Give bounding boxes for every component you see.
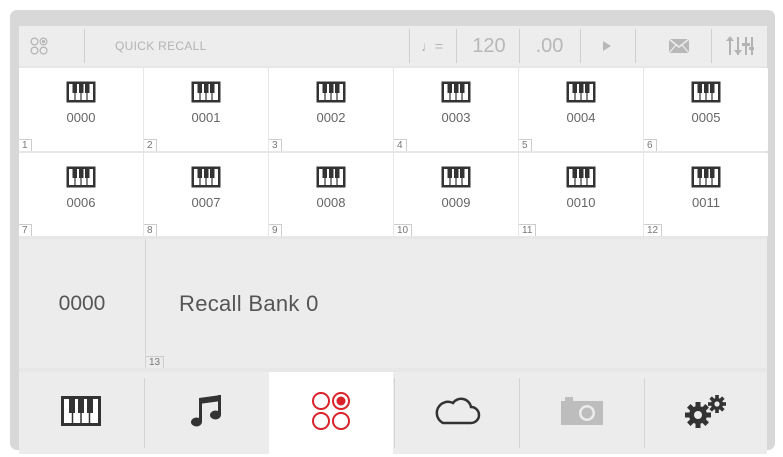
divider <box>145 239 146 368</box>
tile-index: 2 <box>144 139 157 151</box>
tempo-icon: ♩= <box>420 38 444 54</box>
tempo-value[interactable]: 120 <box>459 26 519 66</box>
tile-index: 3 <box>269 139 282 151</box>
recall-name: Recall Bank 0 <box>179 290 319 316</box>
divider <box>456 29 457 63</box>
instrument-tile[interactable]: 0000 1 <box>19 68 143 151</box>
quick-recall-icon <box>311 391 351 436</box>
header-bar: QUICK RECALL ♩= 120 .00 <box>19 26 767 66</box>
divider <box>409 29 410 63</box>
music-note-icon <box>189 394 225 433</box>
recall-panel[interactable]: 0000 Recall Bank 0 13 <box>19 239 767 368</box>
tile-code: 0004 <box>566 110 596 125</box>
tile-index: 5 <box>519 139 532 151</box>
divider <box>711 29 712 63</box>
tile-code: 0010 <box>566 195 596 210</box>
divider <box>635 29 636 63</box>
device-frame: QUICK RECALL ♩= 120 .00 0000 1 0001 2 00… <box>10 10 775 454</box>
nav-piano-button[interactable] <box>19 372 143 454</box>
nav-music-button[interactable] <box>145 372 269 454</box>
tile-code: 0005 <box>691 110 721 125</box>
tile-code: 0002 <box>316 110 346 125</box>
page-title: QUICK RECALL <box>115 39 207 53</box>
tile-index: 9 <box>269 224 282 236</box>
tile-index: 10 <box>394 224 413 236</box>
tile-code: 0006 <box>66 195 96 210</box>
divider <box>84 29 85 63</box>
divider <box>519 29 520 63</box>
tile-code: 0000 <box>66 110 96 125</box>
settings-icon <box>683 394 729 433</box>
tile-code: 0001 <box>191 110 221 125</box>
instrument-tile[interactable]: 0001 2 <box>144 68 268 151</box>
instrument-tile[interactable]: 0006 7 <box>19 153 143 236</box>
nav-settings-button[interactable] <box>644 372 768 454</box>
instrument-tile[interactable]: 0011 12 <box>644 153 768 236</box>
recall-index: 13 <box>146 356 165 368</box>
quick-recall-icon[interactable] <box>19 26 59 66</box>
tile-index: 6 <box>644 139 657 151</box>
nav-quick-recall-button[interactable] <box>269 372 393 454</box>
tile-code: 0009 <box>441 195 471 210</box>
tile-index: 11 <box>519 224 537 236</box>
cloud-icon <box>433 395 481 432</box>
instrument-tile[interactable]: 0010 11 <box>519 153 643 236</box>
bottom-nav <box>19 372 767 454</box>
tile-code: 0007 <box>191 195 221 210</box>
tile-index: 4 <box>394 139 407 151</box>
tile-index: 1 <box>19 139 32 151</box>
instrument-tile[interactable]: 0004 5 <box>519 68 643 151</box>
instrument-tile[interactable]: 0008 9 <box>269 153 393 236</box>
instrument-tile[interactable]: 0007 8 <box>144 153 268 236</box>
tile-code: 0011 <box>692 195 720 210</box>
tile-code: 0008 <box>316 195 346 210</box>
instrument-tile[interactable]: 0005 6 <box>644 68 768 151</box>
mixer-icon[interactable] <box>715 26 765 66</box>
tempo-fraction[interactable]: .00 <box>522 26 577 66</box>
instrument-tile[interactable]: 0009 10 <box>394 153 518 236</box>
camera-icon <box>559 395 605 432</box>
tile-index: 8 <box>144 224 157 236</box>
tile-index: 12 <box>644 224 663 236</box>
recall-code: 0000 <box>58 291 106 315</box>
instrument-tile[interactable]: 0003 4 <box>394 68 518 151</box>
mail-icon[interactable] <box>659 26 699 66</box>
play-icon[interactable] <box>581 26 633 66</box>
tile-code: 0003 <box>441 110 471 125</box>
instrument-tile[interactable]: 0002 3 <box>269 68 393 151</box>
piano-icon <box>60 395 102 432</box>
instrument-grid: 0000 1 0001 2 0002 3 0003 4 0004 5 0005 6 0006 7 0007 8… <box>19 68 768 236</box>
tile-index: 7 <box>19 224 32 236</box>
nav-cloud-button[interactable] <box>395 372 519 454</box>
nav-camera-button[interactable] <box>520 372 644 454</box>
screen: QUICK RECALL ♩= 120 .00 0000 1 0001 2 00… <box>19 26 768 454</box>
